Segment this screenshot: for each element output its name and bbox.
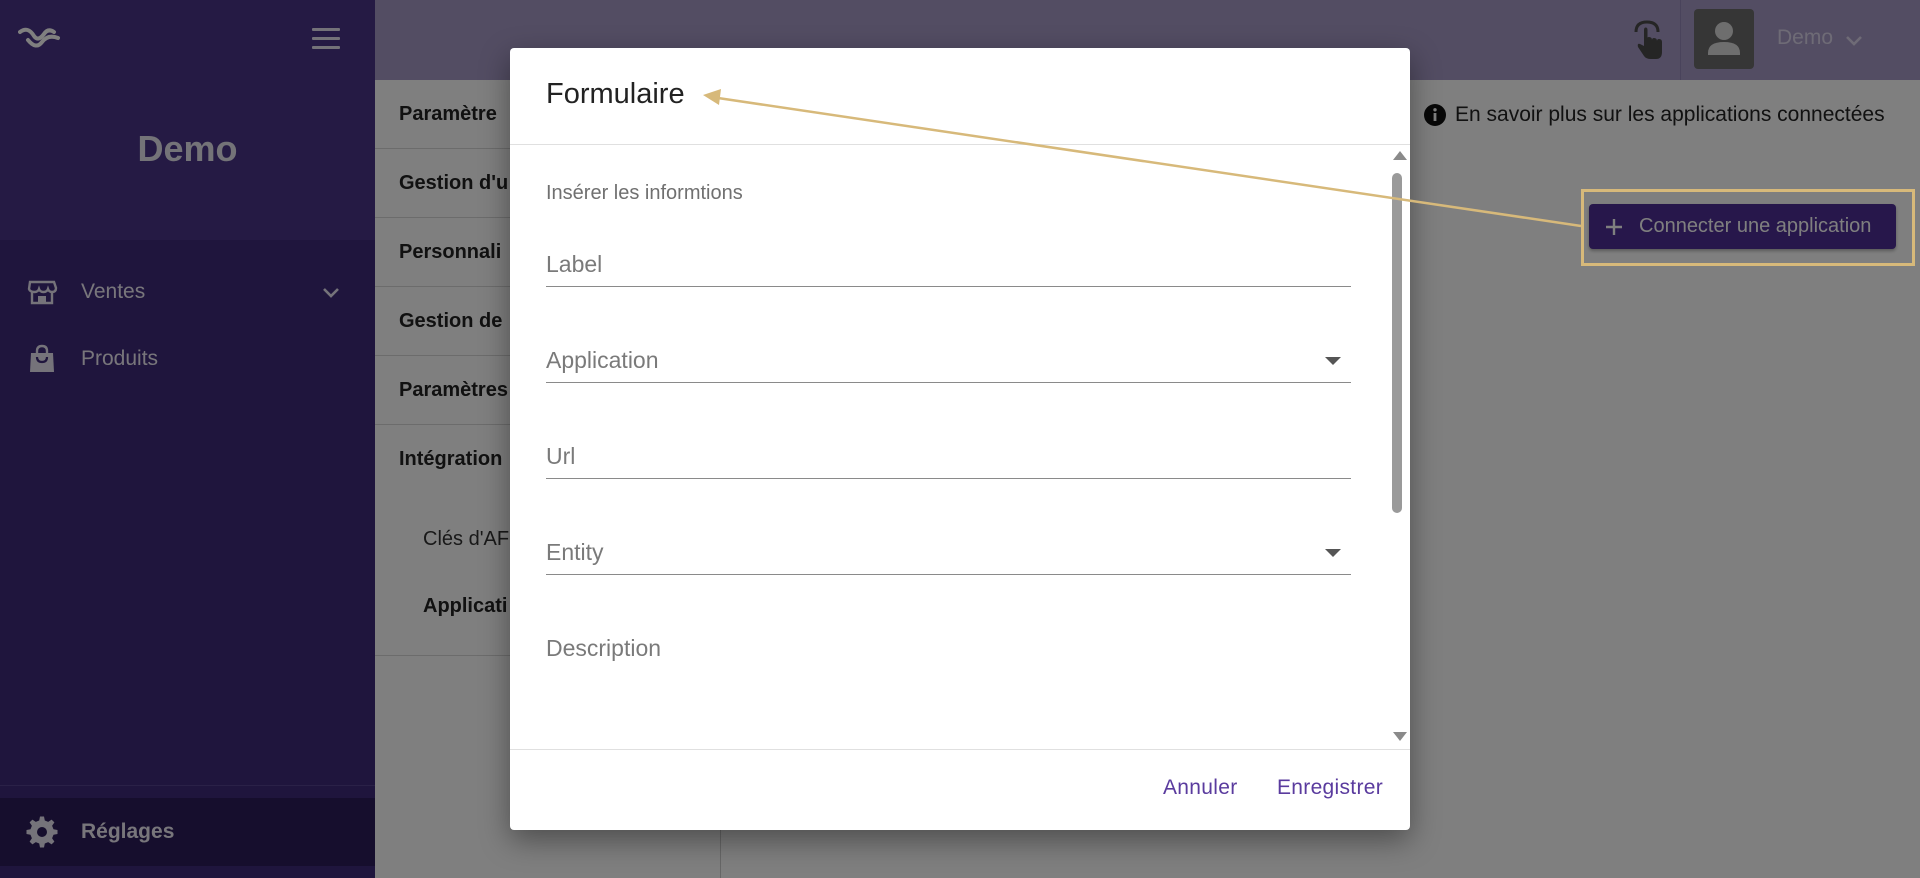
scroll-down-arrow-icon[interactable] (1393, 732, 1407, 741)
dialog-title: Formulaire (546, 78, 685, 110)
scrollbar-thumb[interactable] (1392, 173, 1402, 513)
entity-select-placeholder: Entity (546, 539, 604, 565)
dialog-subtitle: Insérer les informtions (546, 182, 743, 204)
caret-down-icon (1325, 549, 1341, 557)
description-field[interactable]: Description (546, 621, 1351, 741)
description-field-placeholder: Description (546, 635, 662, 661)
caret-down-icon (1325, 357, 1341, 365)
url-field-placeholder: Url (546, 443, 576, 469)
scroll-up-arrow-icon[interactable] (1393, 151, 1407, 160)
application-select-placeholder: Application (546, 347, 659, 373)
form-dialog: Formulaire Insérer les informtions Label… (510, 48, 1410, 830)
dialog-actions: Annuler Enregistrer (510, 749, 1410, 829)
application-select[interactable]: Application (546, 333, 1351, 383)
save-button[interactable]: Enregistrer (1277, 776, 1383, 800)
url-field[interactable]: Url (546, 429, 1351, 479)
dialog-body: Insérer les informtions Label Applicatio… (510, 145, 1410, 798)
label-field-placeholder: Label (546, 251, 603, 277)
dialog-scrollbar[interactable] (1390, 145, 1407, 745)
highlight-frame (1581, 189, 1915, 266)
label-field[interactable]: Label (546, 237, 1351, 287)
cancel-button[interactable]: Annuler (1163, 776, 1237, 800)
entity-select[interactable]: Entity (546, 525, 1351, 575)
